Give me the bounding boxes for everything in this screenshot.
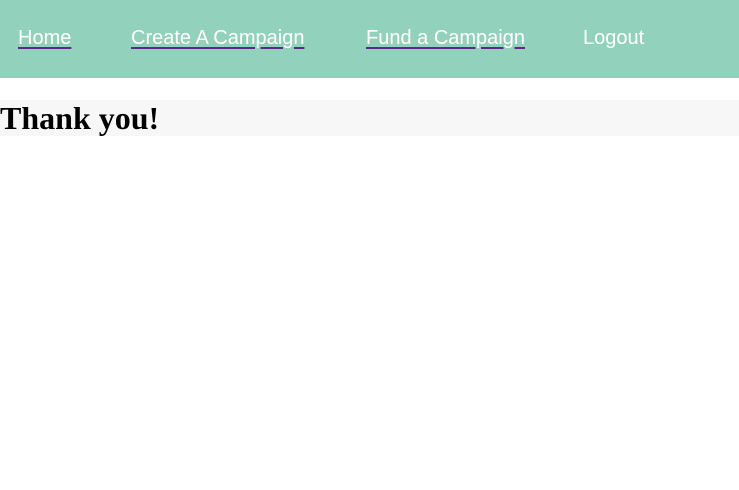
top-navbar: Home Create A Campaign Fund a Campaign L… [0,0,739,78]
page-title: Thank you! [0,100,160,136]
nav-link-fund-campaign[interactable]: Fund a Campaign [366,25,525,51]
nav-link-home[interactable]: Home [18,25,71,51]
nav-link-create-campaign[interactable]: Create A Campaign [131,25,304,51]
nav-link-logout[interactable]: Logout [583,25,644,51]
title-band: Thank you! [0,100,739,136]
